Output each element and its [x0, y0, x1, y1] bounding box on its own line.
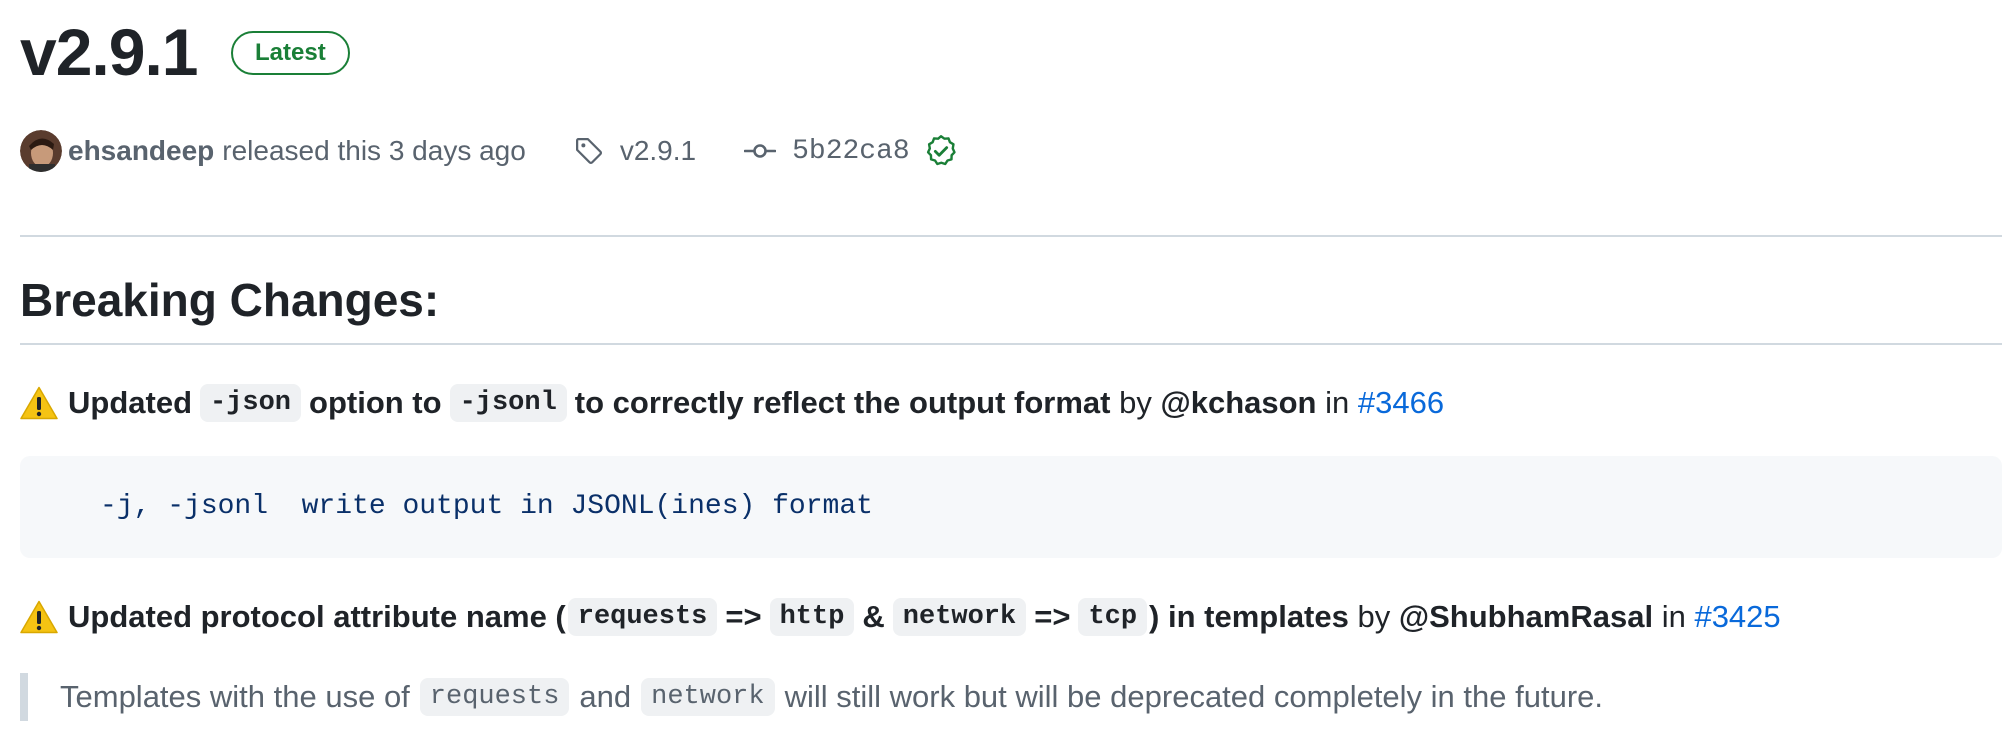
change-text: => — [725, 599, 762, 634]
release-title[interactable]: v2.9.1 — [20, 14, 198, 90]
change-item-2: Updated protocol attribute name ( reques… — [20, 592, 1781, 642]
release-meta: ehsandeep released this 3 days ago v2.9.… — [20, 128, 958, 174]
in-text: in — [1661, 599, 1686, 634]
release-page: v2.9.1 Latest ehsandeep released this 3 … — [0, 0, 2002, 750]
inline-code: tcp — [1078, 598, 1148, 636]
user-mention[interactable]: @kchason — [1160, 385, 1316, 421]
commit-icon — [744, 144, 777, 158]
pr-link[interactable]: #3466 — [1358, 385, 1444, 421]
change-text: Updated — [68, 385, 192, 420]
tag-link[interactable]: v2.9.1 — [574, 135, 696, 167]
inline-code: network — [641, 678, 775, 716]
commit-sha: 5b22ca8 — [792, 135, 910, 167]
in-text: in — [1325, 385, 1350, 420]
change-text: => — [1034, 599, 1071, 634]
inline-code: http — [769, 598, 855, 636]
author-link[interactable]: ehsandeep — [68, 135, 214, 167]
divider — [20, 235, 2002, 237]
inline-code: -jsonl — [449, 384, 567, 422]
inline-code: requests — [567, 598, 718, 636]
pr-link[interactable]: #3425 — [1694, 599, 1780, 635]
inline-code: network — [892, 598, 1027, 636]
by-text: by — [1357, 599, 1391, 634]
quote-text: will still work but will be deprecated c… — [784, 679, 1604, 714]
section-heading: Breaking Changes: — [20, 274, 440, 326]
by-text: by — [1119, 385, 1152, 420]
heading-divider — [20, 343, 2002, 345]
blockquote-bar — [20, 673, 28, 721]
change-text: ) in templates — [1149, 599, 1349, 634]
inline-code: requests — [419, 678, 570, 716]
commit-link[interactable]: 5b22ca8 — [744, 134, 958, 168]
tag-label: v2.9.1 — [619, 135, 697, 166]
change-text: to correctly reflect the output format — [574, 385, 1111, 420]
change-item-1: Updated -json option to -jsonl to correc… — [20, 378, 1444, 428]
change-text: & — [862, 599, 885, 634]
code-block: -j, -jsonl write output in JSONL(ines) f… — [20, 456, 2002, 558]
change-text: option to — [309, 385, 442, 420]
quote-text: and — [579, 679, 632, 714]
quote-text: Templates with the use of — [60, 679, 410, 714]
blockquote: Templates with the use of requests and n… — [20, 668, 1603, 726]
inline-code: -json — [200, 384, 302, 422]
latest-badge: Latest — [231, 31, 350, 75]
warning-icon — [20, 600, 58, 634]
warning-icon — [20, 386, 58, 420]
change-text: Updated protocol attribute name ( — [68, 599, 566, 634]
avatar[interactable] — [20, 130, 62, 172]
verified-icon[interactable] — [924, 134, 958, 168]
tag-icon — [575, 138, 602, 165]
released-text: released this 3 days ago — [222, 135, 526, 166]
user-mention[interactable]: @ShubhamRasal — [1399, 599, 1653, 635]
